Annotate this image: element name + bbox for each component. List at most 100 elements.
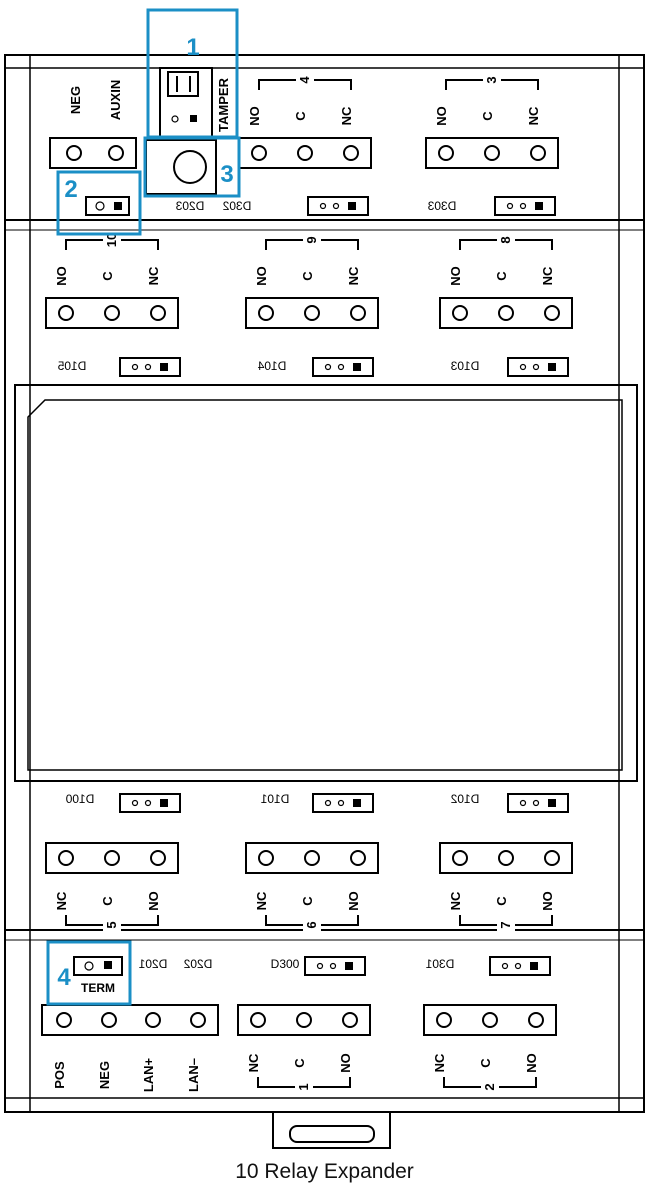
- contact-label: NO: [254, 266, 269, 286]
- contact-label: NO: [434, 106, 449, 126]
- terminal-screw: [350, 850, 366, 866]
- tamper-button: [145, 139, 217, 195]
- callout-number-2: 2: [64, 176, 77, 203]
- led-label-d102: D102: [450, 792, 479, 806]
- relay-10: NO C NC10: [45, 232, 179, 329]
- relay-terminal-block: [423, 1004, 557, 1036]
- diagram-caption: 10 Relay Expander: [235, 1160, 414, 1183]
- tamper-label: TAMPER: [216, 77, 231, 132]
- terminal-screw: [438, 145, 454, 161]
- led-label-d201: D201: [138, 957, 167, 971]
- callout-number-1: 1: [186, 34, 199, 61]
- contact-label: NC: [540, 266, 555, 285]
- led-label-d103: D103: [450, 359, 479, 373]
- contact-label: NO: [247, 106, 262, 126]
- relay-number: 7: [498, 921, 513, 928]
- terminal-screw: [58, 305, 74, 321]
- terminal-screw: [258, 850, 274, 866]
- led-jumper: [119, 357, 181, 377]
- callout-number-4: 4: [57, 964, 71, 991]
- contact-label: NC: [339, 106, 354, 125]
- term-label: TERM: [81, 981, 115, 995]
- led-jumper: [304, 956, 366, 976]
- led-jumper: [119, 793, 181, 813]
- lan-plus-label: LAN+: [141, 1057, 156, 1092]
- relay-terminal-block: [245, 842, 379, 874]
- led-jumper: [507, 357, 569, 377]
- terminal-screw: [498, 850, 514, 866]
- terminal-screw: [343, 145, 359, 161]
- contact-label: NC: [432, 1053, 447, 1072]
- term-jumper: [73, 956, 123, 976]
- relay-3: NO C NC 3: [425, 72, 559, 169]
- relay-terminal-block: [238, 137, 372, 169]
- relay-expander-diagram: TAMPER NEG AUXIN NO C NC 4 NO C NC 3 NO C NC 10 NO C N…: [0, 0, 649, 1198]
- terminal-screw: [297, 145, 313, 161]
- terminal-screw: [350, 305, 366, 321]
- led-label-d101: D101: [260, 792, 289, 806]
- neg-label-top: NEG: [68, 86, 83, 114]
- relay-terminal-block: [237, 1004, 371, 1036]
- contact-label: NO: [346, 891, 361, 911]
- terminal-screw: [251, 145, 267, 161]
- relay-number: 4: [297, 76, 312, 84]
- led-label-d100: D100: [65, 792, 94, 806]
- relay-terminal-block: [45, 297, 179, 329]
- led-label-d303: D303: [427, 199, 456, 213]
- contact-label: NC: [448, 891, 463, 910]
- relay-8: NO C NC 8: [439, 232, 573, 329]
- terminal-screw: [498, 305, 514, 321]
- terminal-screw: [250, 1012, 266, 1028]
- relay-4: NO C NC 4: [238, 72, 372, 169]
- led-label-d202: D202: [183, 957, 212, 971]
- relay-number: 5: [104, 921, 119, 928]
- relay-terminal-block: [245, 297, 379, 329]
- terminal-screw: [104, 305, 120, 321]
- terminal-screw: [304, 850, 320, 866]
- led-jumper: [494, 196, 556, 216]
- contact-label: NO: [540, 891, 555, 911]
- led-label-d302: D302: [222, 199, 251, 213]
- contact-label: NC: [254, 891, 269, 910]
- jumper-2: [85, 196, 130, 216]
- relay-1: NC C NO 1: [237, 1004, 371, 1095]
- center-cover: [14, 384, 638, 782]
- relay-number: 8: [498, 236, 513, 243]
- led-jumper: [312, 793, 374, 813]
- terminal-screw: [342, 1012, 358, 1028]
- relay-5: NC C NO 5: [45, 842, 179, 933]
- terminal-screw: [544, 850, 560, 866]
- terminal-screw: [544, 305, 560, 321]
- relay-2: NC C NO 2: [423, 1004, 557, 1095]
- terminal-screw: [436, 1012, 452, 1028]
- relay-terminal-block: [439, 842, 573, 874]
- relay-number: 2: [482, 1083, 497, 1090]
- led-jumper: [507, 793, 569, 813]
- terminal-screw: [104, 850, 120, 866]
- terminal-screw: [150, 305, 166, 321]
- contact-label: NC: [146, 266, 161, 285]
- contact-label: C: [100, 271, 115, 281]
- housing-outline: [4, 54, 645, 1113]
- contact-label: NO: [338, 1053, 353, 1073]
- contact-label: NO: [146, 891, 161, 911]
- contact-label: C: [293, 111, 308, 121]
- tamper-switch: [159, 67, 213, 139]
- contact-label: NC: [346, 266, 361, 285]
- relay-number: 6: [304, 921, 319, 928]
- contact-label: C: [292, 1058, 307, 1068]
- relay-9: NO C NC 9: [245, 232, 379, 329]
- contact-label: NO: [448, 266, 463, 286]
- led-label-d104: D104: [257, 359, 286, 373]
- led-jumper: [489, 956, 551, 976]
- relay-terminal-block: [425, 137, 559, 169]
- led-jumper: [307, 196, 369, 216]
- neg-label-bottom: NEG: [97, 1061, 112, 1089]
- auxin-label: AUXIN: [108, 80, 123, 120]
- terminal-screw: [150, 850, 166, 866]
- power-lan-terminal-block: [41, 1004, 219, 1036]
- contact-label: NO: [54, 266, 69, 286]
- contact-label: C: [300, 896, 315, 906]
- contact-label: C: [494, 271, 509, 281]
- pos-label: POS: [52, 1061, 67, 1089]
